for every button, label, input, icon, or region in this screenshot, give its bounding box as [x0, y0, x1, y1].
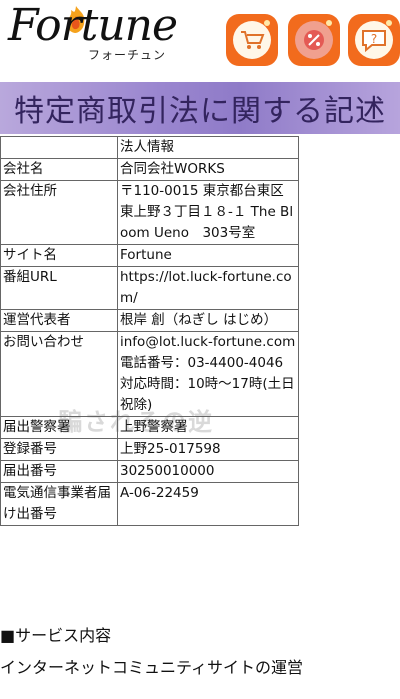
- table-row: 電気通信事業者届け出番号 A-06-22459: [0, 482, 299, 526]
- logo-subtitle: フォーチュン: [88, 48, 167, 62]
- logo-text: Fortune: [8, 0, 178, 51]
- row-label: 届出警察署: [0, 416, 118, 439]
- table-row: 運営代表者 根岸 創（ねぎし はじめ）: [0, 309, 299, 332]
- row-label: 会社住所: [0, 180, 118, 245]
- coupon-icon: [295, 21, 333, 59]
- badge-dot: [386, 20, 392, 26]
- row-label: 番組URL: [0, 266, 118, 310]
- service-description: インターネットコミュニティサイトの運営: [0, 658, 304, 677]
- row-label: お問い合わせ: [0, 331, 118, 417]
- row-label: 運営代表者: [0, 309, 118, 332]
- svg-text:?: ?: [371, 32, 377, 46]
- site-logo[interactable]: Fortune フォーチュン: [2, 0, 178, 75]
- badge-dot: [264, 20, 270, 26]
- row-value: 合同会社WORKS: [117, 158, 299, 181]
- row-value: A-06-22459: [117, 482, 299, 526]
- row-value: 〒110-0015 東京都台東区東上野３丁目１８-１ The Bloom Uen…: [117, 180, 299, 245]
- row-value[interactable]: https://lot.luck-fortune.com/: [117, 266, 299, 310]
- badge-dot: [326, 20, 332, 26]
- table-row: お問い合わせ info@lot.luck-fortune.com 電話番号：03…: [0, 331, 299, 417]
- table-header-row: 法人情報: [0, 136, 299, 159]
- table-row: 届出番号 30250010000: [0, 460, 299, 483]
- cart-icon: [233, 21, 271, 59]
- help-icon: ?: [355, 21, 393, 59]
- cart-button[interactable]: [226, 14, 278, 66]
- table-row: 登録番号 上野25-017598: [0, 438, 299, 461]
- row-value: 根岸 創（ねぎし はじめ）: [117, 309, 299, 332]
- table-row: 番組URL https://lot.luck-fortune.com/: [0, 266, 299, 310]
- service-section-title: ■サービス内容: [0, 626, 112, 645]
- table-row: サイト名 Fortune: [0, 244, 299, 267]
- table-header: 法人情報: [117, 136, 299, 159]
- row-value: 上野警察署: [117, 416, 299, 439]
- table-row: 届出警察署 上野警察署: [0, 416, 299, 439]
- row-label: 登録番号: [0, 438, 118, 461]
- page-title-banner: 特定商取引法に関する記述: [0, 82, 400, 134]
- row-value: 30250010000: [117, 460, 299, 483]
- table-row: 会社名 合同会社WORKS: [0, 158, 299, 181]
- row-label: 届出番号: [0, 460, 118, 483]
- site-header: Fortune フォーチュン ?: [0, 0, 400, 78]
- table-cell: [0, 136, 118, 159]
- row-value: Fortune: [117, 244, 299, 267]
- page-title: 特定商取引法に関する記述: [14, 94, 386, 129]
- row-label: 電気通信事業者届け出番号: [0, 482, 118, 526]
- table-row: 会社住所 〒110-0015 東京都台東区東上野３丁目１８-１ The Bloo…: [0, 180, 299, 245]
- row-label: サイト名: [0, 244, 118, 267]
- company-info-table: 法人情報 会社名 合同会社WORKS 会社住所 〒110-0015 東京都台東区…: [0, 136, 299, 526]
- help-button[interactable]: ?: [348, 14, 400, 66]
- coupon-button[interactable]: [288, 14, 340, 66]
- row-value[interactable]: info@lot.luck-fortune.com 電話番号：03-4400-4…: [117, 331, 299, 417]
- row-label: 会社名: [0, 158, 118, 181]
- row-value: 上野25-017598: [117, 438, 299, 461]
